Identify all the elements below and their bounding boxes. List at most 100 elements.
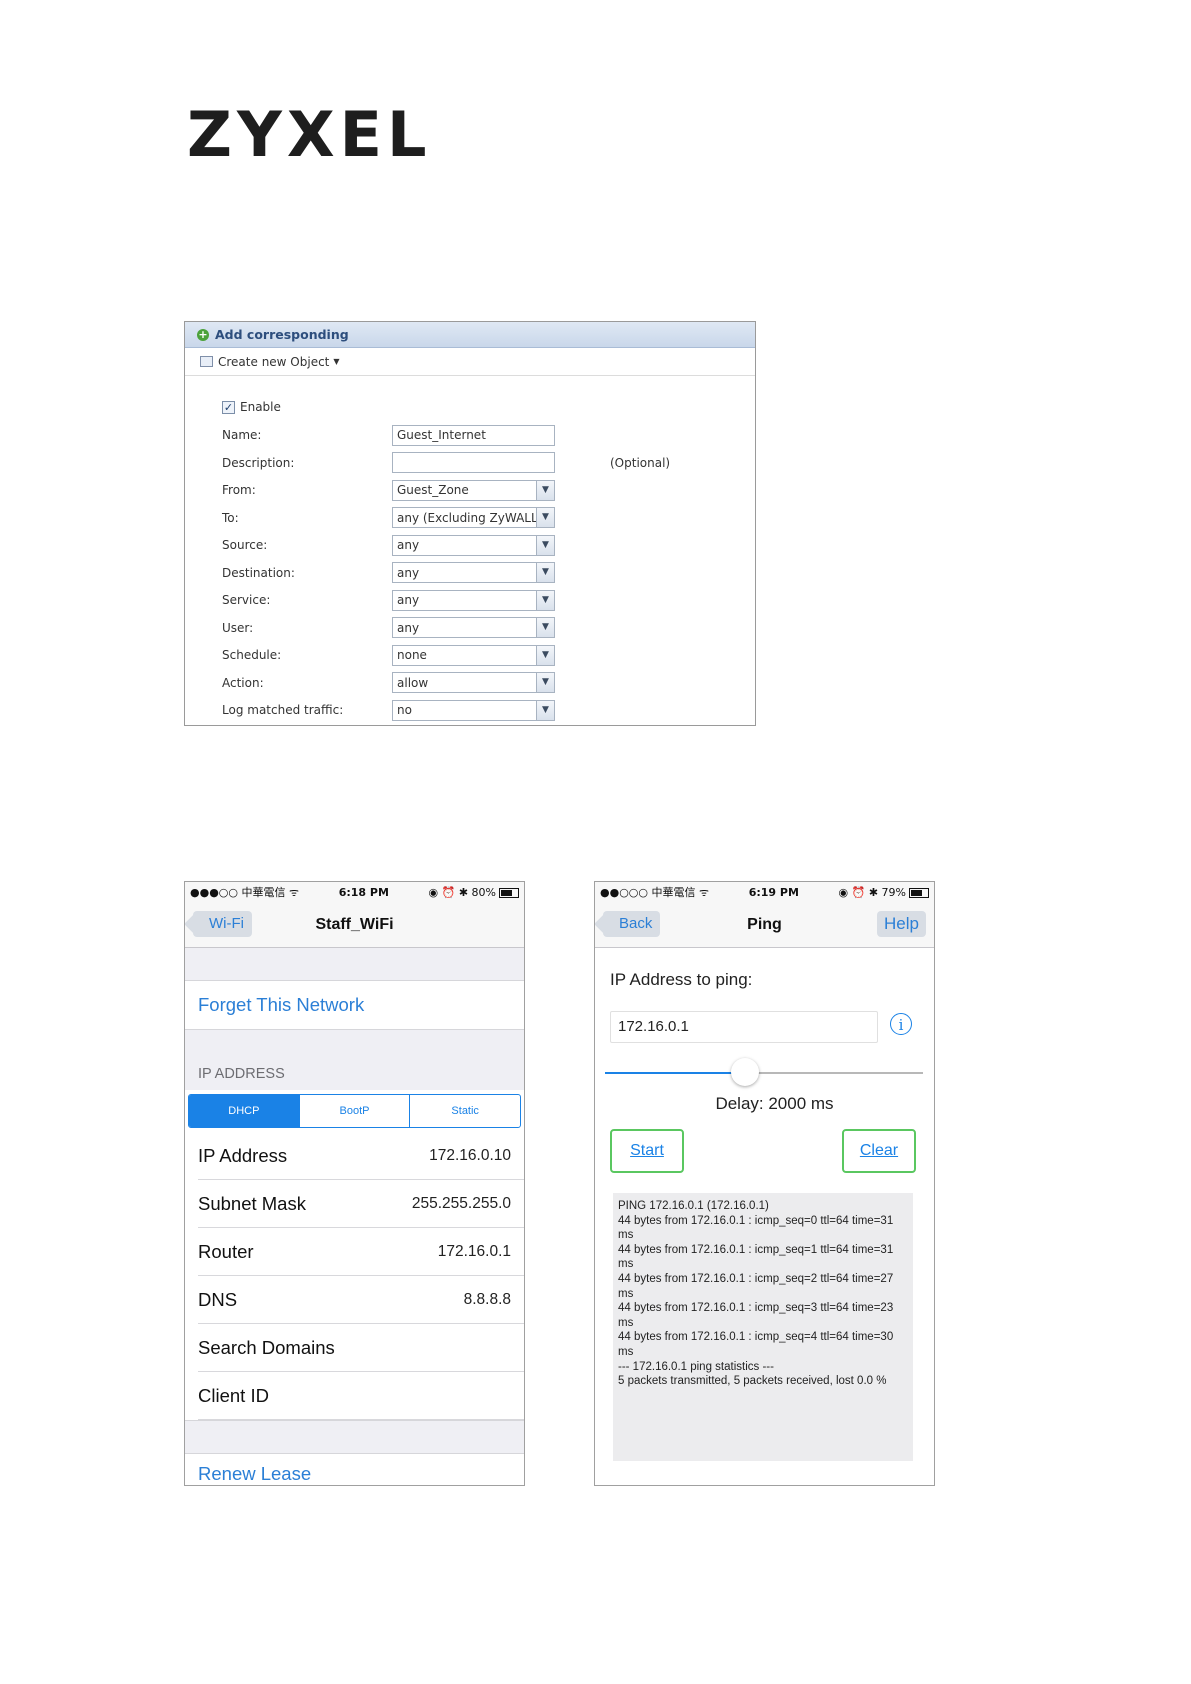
field-select[interactable]: any ▼ xyxy=(392,617,555,638)
field-label: User: xyxy=(222,620,254,635)
field-value: any xyxy=(397,620,420,635)
output-line: 5 packets transmitted, 5 packets receive… xyxy=(618,1375,887,1388)
chevron-down-icon[interactable]: ▼ xyxy=(536,535,554,555)
field-label: Destination: xyxy=(222,565,295,580)
wifi-detail-screen: ●●●○○ 中華電信 ᯤ 6:18 PM ◉ ⏰ ✱ 80% Wi-Fi Sta… xyxy=(184,881,525,1486)
ip-info-row: IP Address 172.16.0.10 xyxy=(185,1132,524,1180)
ping-body: IP Address to ping: 172.16.0.1 i Delay: … xyxy=(595,948,934,1485)
field-input[interactable]: Guest_Internet xyxy=(392,424,555,446)
policy-field-row: Destination: any ▼ xyxy=(222,561,742,585)
field-select[interactable]: no ▼ xyxy=(392,699,555,721)
row-value: 172.16.0.10 xyxy=(429,1147,511,1164)
field-label: Name: xyxy=(222,428,262,442)
clear-button[interactable]: Clear xyxy=(842,1129,916,1173)
ip-info-row: Client ID xyxy=(185,1372,524,1420)
slider-thumb[interactable] xyxy=(730,1058,759,1086)
ip-to-ping-label: IP Address to ping: xyxy=(610,970,753,989)
delay-slider[interactable] xyxy=(605,1058,923,1086)
ip-info-row: DNS 8.8.8.8 xyxy=(185,1276,524,1324)
field-value: any xyxy=(397,565,420,580)
carrier-signal: ●●○○○ 中華電信 ᯤ xyxy=(600,886,710,899)
field-label: To: xyxy=(222,510,239,525)
renew-lease-button[interactable]: Renew Lease xyxy=(185,1454,524,1485)
field-label: Source: xyxy=(222,538,268,552)
chevron-down-icon[interactable]: ▼ xyxy=(536,618,554,637)
nav-bar: Back Ping Help xyxy=(595,902,934,948)
carrier-signal: ●●●○○ 中華電信 ᯤ xyxy=(190,886,300,899)
ip-info-list: IP Address 172.16.0.10 Subnet Mask 255.255.… xyxy=(185,1132,524,1420)
add-icon: + xyxy=(197,327,209,341)
page-title: Staff_WiFi xyxy=(315,915,394,933)
chevron-down-icon[interactable]: ▼ xyxy=(536,480,554,500)
status-bar: ●●●○○ 中華電信 ᯤ 6:18 PM ◉ ⏰ ✱ 80% xyxy=(185,882,524,902)
field-select[interactable]: Guest_Zone ▼ xyxy=(392,479,555,501)
chevron-down-icon[interactable]: ▼ xyxy=(536,590,554,610)
output-line: 44 bytes from 172.16.0.1 : icmp_seq=0 tt… xyxy=(618,1214,894,1242)
field-label: From: xyxy=(222,483,256,497)
field-value: Guest_Zone xyxy=(397,483,469,497)
info-icon[interactable]: i xyxy=(890,1013,912,1035)
segment-static[interactable]: Static xyxy=(410,1095,520,1127)
status-time: 6:18 PM xyxy=(338,885,389,899)
chevron-down-icon[interactable]: ▼ xyxy=(536,700,554,720)
segment-bootp[interactable]: BootP xyxy=(300,1095,411,1127)
ip-info-row: Search Domains xyxy=(185,1324,524,1372)
delay-value: Delay: 2000 ms xyxy=(715,1094,834,1113)
field-select[interactable]: any ▼ xyxy=(392,562,555,583)
back-button[interactable]: Back xyxy=(603,911,661,937)
start-button[interactable]: Start xyxy=(610,1129,684,1173)
help-button[interactable]: Help xyxy=(877,911,926,937)
chevron-down-icon[interactable]: ▼ xyxy=(536,508,554,527)
policy-field-row: Service: any ▼ xyxy=(222,588,742,612)
enable-checkbox-row[interactable]: ✓ Enable xyxy=(222,400,281,414)
back-button[interactable]: Wi-Fi xyxy=(193,911,252,937)
panel-header: + Add corresponding xyxy=(185,322,755,348)
status-time: 6:19 PM xyxy=(748,885,799,899)
policy-field-row: Log matched traffic: no ▼ xyxy=(222,698,742,722)
nav-bar: Wi-Fi Staff_WiFi xyxy=(185,902,524,948)
output-line: 44 bytes from 172.16.0.1 : icmp_seq=1 tt… xyxy=(618,1243,894,1271)
policy-field-row: Name: Guest_Internet xyxy=(222,423,742,447)
segment-dhcp[interactable]: DHCP xyxy=(189,1095,300,1127)
field-select[interactable]: any (Excluding ZyWALL) ▼ xyxy=(392,507,555,528)
ip-address-input[interactable]: 172.16.0.1 xyxy=(610,1011,878,1043)
row-value: 255.255.255.0 xyxy=(411,1195,511,1212)
field-label: Schedule: xyxy=(222,648,282,662)
ip-address-section-header: IP ADDRESS xyxy=(185,1030,524,1090)
row-label: Subnet Mask xyxy=(198,1193,306,1214)
ip-mode-control-wrap: DHCP BootP Static xyxy=(185,1090,524,1132)
status-bar: ●●○○○ 中華電信 ᯤ 6:19 PM ◉ ⏰ ✱ 79% xyxy=(595,882,934,902)
output-line: PING 172.16.0.1 (172.16.0.1) xyxy=(618,1200,769,1212)
field-select[interactable]: none ▼ xyxy=(392,644,555,666)
chevron-down-icon[interactable]: ▼ xyxy=(536,673,554,692)
chevron-down-icon[interactable]: ▼ xyxy=(536,563,554,582)
row-label: DNS xyxy=(198,1289,238,1310)
enable-checkbox[interactable]: ✓ xyxy=(222,400,235,414)
field-select[interactable]: any ▼ xyxy=(392,534,555,556)
section-spacer xyxy=(185,948,524,981)
panel-header-title: Add corresponding xyxy=(215,327,349,342)
field-label: Log matched traffic: xyxy=(222,703,344,717)
status-icons-battery: ◉ ⏰ ✱ 79% xyxy=(838,885,906,899)
field-select[interactable]: allow ▼ xyxy=(392,672,555,693)
forget-network-button[interactable]: Forget This Network xyxy=(185,981,524,1030)
field-label: Service: xyxy=(222,593,271,607)
policy-config-panel: + Add corresponding Create new Object ▼ … xyxy=(184,321,756,726)
row-value: 8.8.8.8 xyxy=(463,1291,511,1308)
field-label: Action: xyxy=(222,675,264,690)
field-select[interactable]: any ▼ xyxy=(392,589,555,611)
battery-icon xyxy=(909,887,929,898)
policy-field-row: User: any ▼ xyxy=(222,616,742,640)
enable-label: Enable xyxy=(240,400,281,414)
output-line: 44 bytes from 172.16.0.1 : icmp_seq=4 tt… xyxy=(618,1331,894,1358)
ip-info-row: Router 172.16.0.1 xyxy=(185,1228,524,1276)
policy-field-row: From: Guest_Zone ▼ xyxy=(222,478,742,502)
zyxel-logo: ZYXEL xyxy=(187,98,432,171)
field-value: allow xyxy=(397,675,429,690)
caret-down-icon: ▼ xyxy=(333,357,340,366)
create-object-menu[interactable]: Create new Object ▼ xyxy=(185,348,755,376)
field-input[interactable] xyxy=(392,452,555,473)
section-spacer xyxy=(185,1420,524,1454)
status-icons-battery: ◉ ⏰ ✱ 80% xyxy=(428,885,496,899)
chevron-down-icon[interactable]: ▼ xyxy=(536,645,554,665)
